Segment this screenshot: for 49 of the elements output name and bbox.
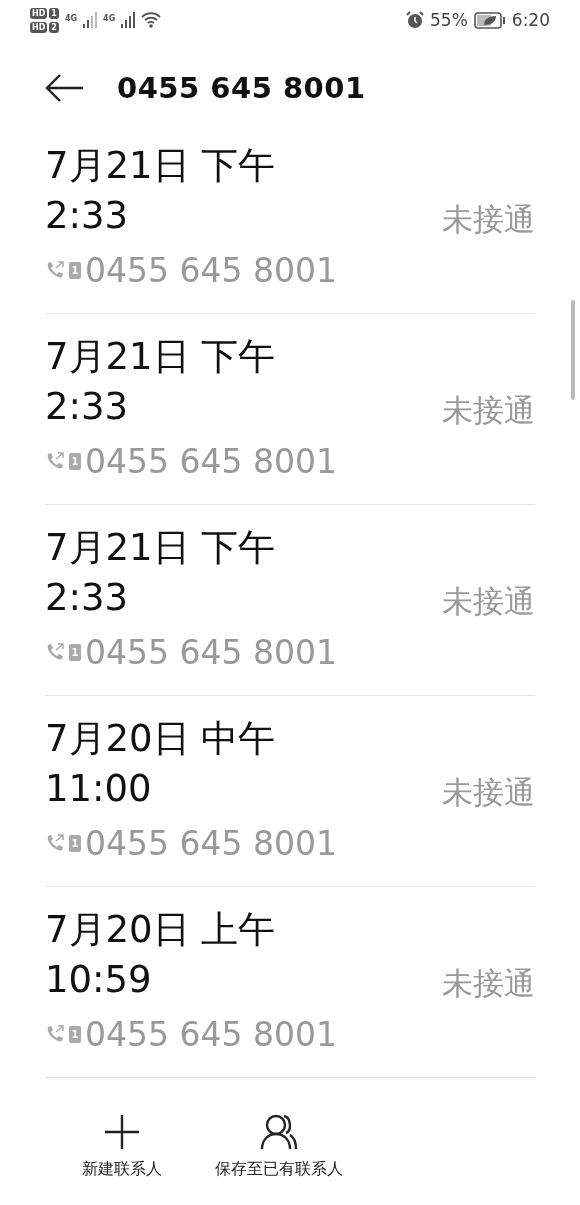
phone-number: 0455 645 8001 <box>85 250 337 290</box>
call-status: 未接通 <box>442 773 535 812</box>
call-date: 7月21日 下午 <box>45 334 277 380</box>
call-status: 未接通 <box>442 964 535 1003</box>
hd-badge: HD <box>30 7 48 19</box>
network-label: 4G <box>103 13 116 23</box>
sim-badge: 1 <box>69 643 81 661</box>
call-time: 2:33 <box>45 384 130 430</box>
battery-icon <box>473 11 506 29</box>
sim-badge: 1 <box>69 1025 81 1043</box>
clock-time: 6:20 <box>511 10 550 30</box>
contact-action-button[interactable]: 新建联系人 <box>82 1105 162 1205</box>
call-status: 未接通 <box>442 582 535 621</box>
signal-icon <box>121 12 136 28</box>
outgoing-call-icon <box>45 452 65 470</box>
person-icon <box>259 1113 299 1151</box>
battery-percentage: 55% <box>430 10 468 30</box>
outgoing-call-icon <box>45 834 65 852</box>
call-date: 7月21日 下午 <box>45 525 277 571</box>
call-time: 2:33 <box>45 193 130 239</box>
network-label: 4G <box>64 13 78 23</box>
phone-number: 0455 645 8001 <box>85 632 337 672</box>
call-date: 7月20日 上午 <box>45 907 277 953</box>
sim-badge: 1 <box>49 7 59 19</box>
outgoing-call-icon <box>45 261 65 279</box>
sim-badge: 1 <box>69 834 81 852</box>
call-date: 7月21日 下午 <box>45 143 277 189</box>
phone-number: 0455 645 8001 <box>85 823 337 863</box>
contact-action-button[interactable]: 保存至已有联系人 <box>215 1105 343 1205</box>
call-time: 2:33 <box>45 575 130 621</box>
hd-badge: HD <box>30 21 48 33</box>
outgoing-call-icon <box>45 643 65 661</box>
plus-icon <box>103 1113 141 1151</box>
call-status: 未接通 <box>442 200 535 239</box>
sim-badge: 1 <box>69 452 81 470</box>
header-title: 0455 645 8001 <box>117 70 366 105</box>
sim-badge: 2 <box>49 21 59 33</box>
call-time: 11:00 <box>45 766 153 812</box>
signal-icon <box>83 12 98 28</box>
alarm-icon <box>406 11 424 29</box>
call-date: 7月20日 中午 <box>45 716 277 762</box>
back-button[interactable] <box>45 72 85 103</box>
call-time: 10:59 <box>45 957 153 1003</box>
phone-number: 0455 645 8001 <box>85 441 337 481</box>
phone-number: 0455 645 8001 <box>85 1014 337 1054</box>
wifi-icon <box>141 12 162 28</box>
call-status: 未接通 <box>442 391 535 430</box>
outgoing-call-icon <box>45 1025 65 1043</box>
sim-badge: 1 <box>69 261 81 279</box>
